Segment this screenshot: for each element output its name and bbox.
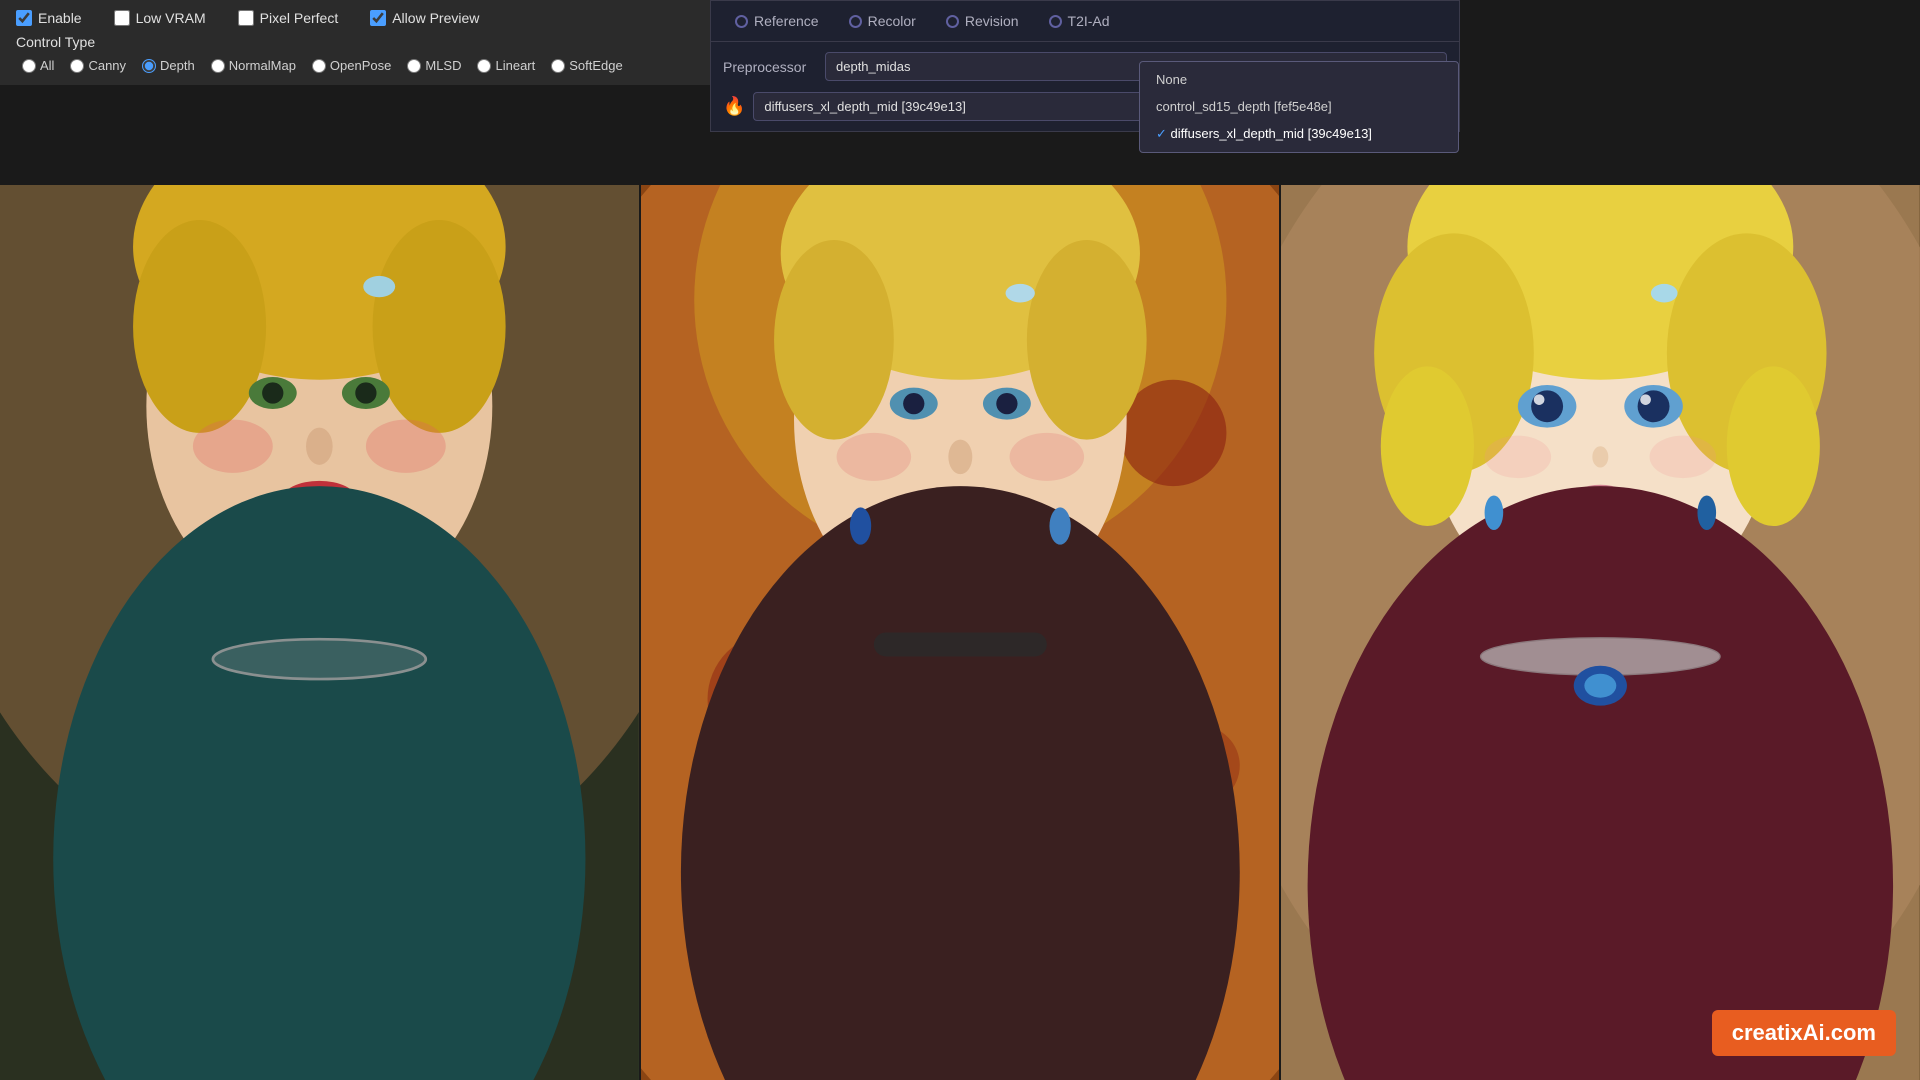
allow-preview-label: Allow Preview — [392, 10, 479, 26]
tab-reference-radio — [735, 15, 748, 28]
radio-normalmap[interactable]: NormalMap — [205, 56, 302, 75]
radio-depth-label: Depth — [160, 58, 195, 73]
radio-depth[interactable]: Depth — [136, 56, 201, 75]
image-gallery — [0, 185, 1920, 1080]
radio-openpose[interactable]: OpenPose — [306, 56, 397, 75]
tab-recolor-radio — [849, 15, 862, 28]
low-vram-label: Low VRAM — [136, 10, 206, 26]
radio-canny-label: Canny — [88, 58, 126, 73]
tab-revision-label: Revision — [965, 13, 1019, 29]
radio-lineart[interactable]: Lineart — [471, 56, 541, 75]
pixel-perfect-checkbox[interactable]: Pixel Perfect — [238, 10, 339, 26]
tabs-row: Reference Recolor Revision T2I-Ad — [711, 1, 1459, 42]
allow-preview-checkbox-input[interactable] — [370, 10, 386, 26]
radio-softedge[interactable]: SoftEdge — [545, 56, 629, 75]
dropdown-item-xl[interactable]: diffusers_xl_depth_mid [39c49e13] — [1140, 120, 1458, 148]
model-dropdown-popup: None control_sd15_depth [fef5e48e] diffu… — [1139, 61, 1459, 153]
tab-t2i[interactable]: T2I-Ad — [1037, 9, 1122, 33]
pixel-perfect-checkbox-input[interactable] — [238, 10, 254, 26]
radio-group: All Canny Depth NormalMap OpenPose MLSD … — [16, 56, 704, 75]
gallery-image-3 — [1279, 185, 1920, 1080]
radio-mlsd-label: MLSD — [425, 58, 461, 73]
watermark: creatixAi.com — [1712, 1010, 1896, 1056]
dropdown-item-sd15[interactable]: control_sd15_depth [fef5e48e] — [1140, 93, 1458, 120]
radio-canny[interactable]: Canny — [64, 56, 132, 75]
gallery-image-2 — [639, 185, 1280, 1080]
allow-preview-checkbox[interactable]: Allow Preview — [370, 10, 479, 26]
enable-checkbox[interactable]: Enable — [16, 10, 82, 26]
enable-label: Enable — [38, 10, 82, 26]
radio-openpose-label: OpenPose — [330, 58, 391, 73]
radio-normalmap-label: NormalMap — [229, 58, 296, 73]
low-vram-checkbox[interactable]: Low VRAM — [114, 10, 206, 26]
tab-t2i-radio — [1049, 15, 1062, 28]
tab-revision-radio — [946, 15, 959, 28]
tab-revision[interactable]: Revision — [934, 9, 1031, 33]
dropdown-item-none[interactable]: None — [1140, 66, 1458, 93]
tab-recolor-label: Recolor — [868, 13, 916, 29]
radio-mlsd[interactable]: MLSD — [401, 56, 467, 75]
model-panel: Reference Recolor Revision T2I-Ad Prepro… — [710, 0, 1460, 132]
radio-lineart-label: Lineart — [495, 58, 535, 73]
gallery-image-1 — [0, 185, 639, 1080]
tab-reference[interactable]: Reference — [723, 9, 831, 33]
preprocessor-label: Preprocessor — [723, 59, 813, 75]
radio-softedge-label: SoftEdge — [569, 58, 623, 73]
low-vram-checkbox-input[interactable] — [114, 10, 130, 26]
radio-all-label: All — [40, 58, 54, 73]
control-bar: Enable Low VRAM Pixel Perfect Allow Prev… — [0, 0, 720, 85]
fire-icon: 🔥 — [723, 96, 745, 117]
radio-all[interactable]: All — [16, 56, 60, 75]
tab-recolor[interactable]: Recolor — [837, 9, 928, 33]
pixel-perfect-label: Pixel Perfect — [260, 10, 339, 26]
tab-t2i-label: T2I-Ad — [1068, 13, 1110, 29]
enable-checkbox-input[interactable] — [16, 10, 32, 26]
tab-reference-label: Reference — [754, 13, 819, 29]
control-type-label: Control Type — [16, 34, 704, 50]
